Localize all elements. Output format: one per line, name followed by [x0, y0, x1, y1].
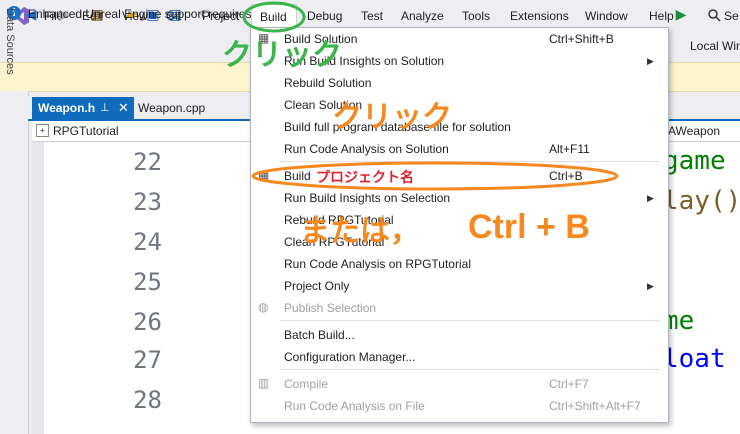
- menu-item-compile[interactable]: Compile: [284, 377, 328, 391]
- tab-weapon-h[interactable]: Weapon.h ⊥ ✕: [32, 97, 134, 119]
- annotation-click-1: クリック: [222, 39, 342, 72]
- menu-separator: [280, 369, 660, 370]
- data-sources-label[interactable]: Data Sources: [4, 8, 16, 75]
- start-debug-icon[interactable]: ▶: [672, 5, 690, 23]
- line-number: 27: [133, 346, 162, 374]
- shortcut: Alt+F11: [549, 142, 590, 156]
- pin-icon[interactable]: ⊥: [100, 101, 110, 114]
- menu-item-code-analysis-file[interactable]: Run Code Analysis on File: [284, 399, 425, 413]
- tab-weapon-cpp[interactable]: Weapon.cpp: [138, 101, 205, 115]
- menu-item-rebuild-solution[interactable]: Rebuild Solution: [284, 76, 371, 90]
- build-item-highlight-ellipse: [251, 161, 619, 191]
- annotation-ctrl-b: Ctrl + B: [468, 208, 590, 246]
- menu-item-code-analysis-project[interactable]: Run Code Analysis on RPGTutorial: [284, 257, 471, 271]
- menu-window[interactable]: Window: [585, 9, 628, 23]
- compile-icon: ▥: [258, 376, 270, 390]
- shortcut: Ctrl+Shift+Alt+F7: [549, 399, 641, 413]
- annotation-or: または，: [300, 215, 420, 248]
- menu-debug[interactable]: Debug: [307, 9, 342, 23]
- close-icon[interactable]: ✕: [118, 100, 129, 116]
- code-fragment: loat: [663, 344, 726, 374]
- annotation-click-2: クリック: [332, 101, 452, 134]
- nav-project-dropdown[interactable]: RPGTutorial: [53, 124, 119, 138]
- code-fragment: game: [663, 146, 726, 176]
- line-number: 25: [133, 268, 162, 296]
- line-number: 23: [133, 188, 162, 216]
- search-label[interactable]: Se: [724, 9, 739, 23]
- menu-test[interactable]: Test: [361, 9, 383, 23]
- annotation-project-name: プロジェクト名: [316, 169, 414, 185]
- menu-help[interactable]: Help: [649, 9, 674, 23]
- menu-item-project-only[interactable]: Project Only: [284, 279, 349, 293]
- line-number: 24: [133, 228, 162, 256]
- menu-extensions[interactable]: Extensions: [510, 9, 569, 23]
- menu-item-batch-build[interactable]: Batch Build...: [284, 328, 355, 342]
- globe-icon: ◍: [258, 300, 269, 314]
- run-target-label[interactable]: Local Win: [690, 39, 740, 53]
- submenu-arrow-icon: ▶: [647, 193, 654, 203]
- project-icon: +: [36, 124, 49, 137]
- shortcut: Ctrl+Shift+B: [549, 32, 614, 46]
- menu-item-build-insights-selection[interactable]: Run Build Insights on Selection: [284, 191, 450, 205]
- submenu-arrow-icon: ▶: [647, 281, 654, 291]
- tab-label: Weapon.h: [38, 101, 96, 115]
- data-sources-panel[interactable]: [0, 91, 29, 434]
- code-fragment: lay(): [663, 186, 740, 216]
- line-number: 22: [133, 148, 162, 176]
- menu-separator: [280, 320, 660, 321]
- menu-analyze[interactable]: Analyze: [401, 9, 444, 23]
- menu-item-code-analysis-solution[interactable]: Run Code Analysis on Solution: [284, 142, 449, 156]
- info-bar-text: Enhanced Unreal Engine support requires: [28, 7, 252, 21]
- submenu-arrow-icon: ▶: [647, 56, 654, 66]
- menu-item-publish-selection[interactable]: Publish Selection: [284, 301, 376, 315]
- search-icon[interactable]: [708, 9, 721, 22]
- menu-tools[interactable]: Tools: [462, 9, 490, 23]
- shortcut: Ctrl+F7: [549, 377, 589, 391]
- menu-item-configuration-manager[interactable]: Configuration Manager...: [284, 350, 415, 364]
- nav-class-dropdown[interactable]: AWeapon: [668, 124, 720, 138]
- line-number: 26: [133, 308, 162, 336]
- editor-margin: [32, 142, 44, 434]
- line-number: 28: [133, 386, 162, 414]
